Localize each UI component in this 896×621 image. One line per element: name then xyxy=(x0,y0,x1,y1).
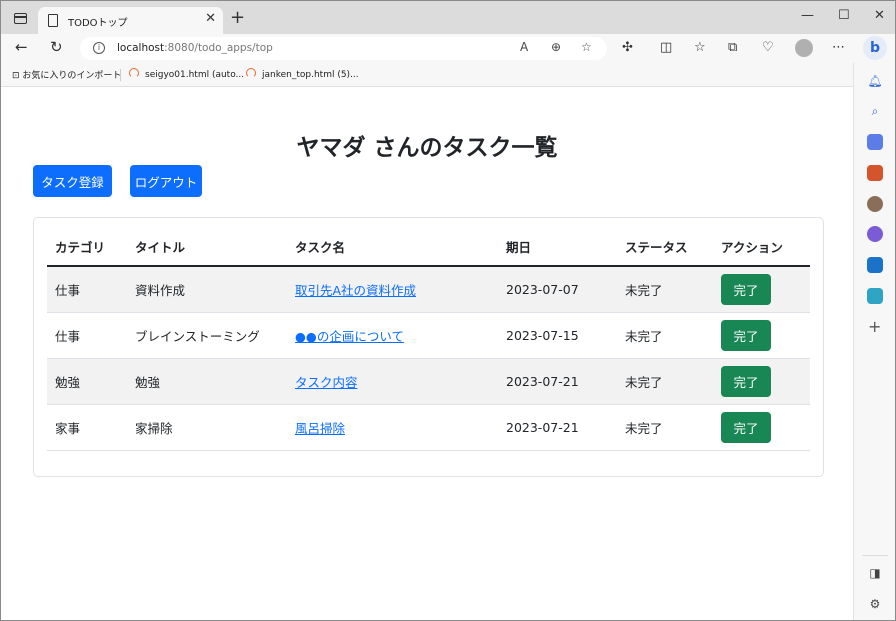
shopping-tag-icon[interactable] xyxy=(867,134,883,150)
tools-briefcase-icon[interactable] xyxy=(867,165,883,181)
cell-task-name: 取引先A社の資料作成 xyxy=(287,266,498,313)
cell-status: 未完了 xyxy=(617,266,713,313)
task-link[interactable]: 取引先A社の資料作成 xyxy=(295,283,416,298)
cell-action: 完了 xyxy=(713,404,810,451)
cell-action: 完了 xyxy=(713,312,810,359)
task-register-button[interactable]: タスク登録 xyxy=(33,165,112,197)
table-row: 家事 家掃除 風呂掃除 2023-07-21 未完了 完了 xyxy=(47,404,810,451)
page-icon xyxy=(48,14,58,27)
sidebar-settings-gear-icon[interactable]: ⚙ xyxy=(867,596,883,612)
task-link[interactable]: 風呂掃除 xyxy=(295,421,345,436)
tab-close-icon[interactable]: ✕ xyxy=(205,11,216,26)
address-bar-row: ← ↻ i localhost:8080/todo_apps/top A ⊕ ☆… xyxy=(1,34,895,63)
bookmark-janken-top[interactable]: janken_top.html (5)... xyxy=(246,68,359,80)
profile-avatar[interactable] xyxy=(795,39,813,57)
cell-title: ブレインストーミング xyxy=(127,312,287,359)
header-action: アクション xyxy=(713,228,810,267)
logout-button[interactable]: ログアウト xyxy=(130,165,202,197)
url-text[interactable]: localhost:8080/todo_apps/top xyxy=(117,42,273,54)
games-icon[interactable] xyxy=(867,196,883,212)
window-close-icon[interactable]: ✕ xyxy=(874,8,885,23)
zoom-icon[interactable]: ⊕ xyxy=(551,40,561,54)
outlook-icon[interactable] xyxy=(867,257,883,273)
browser-essentials-icon[interactable]: ♡ xyxy=(762,40,774,55)
read-aloud-icon[interactable]: A xyxy=(520,40,528,54)
address-bar[interactable]: i localhost:8080/todo_apps/top A ⊕ ☆ xyxy=(80,37,607,60)
cell-task-name: ●●の企画について xyxy=(287,312,498,359)
tab-actions-icon[interactable] xyxy=(14,13,27,24)
maximize-icon[interactable]: ☐ xyxy=(838,8,850,23)
refresh-icon[interactable]: ↻ xyxy=(50,38,63,56)
cell-action: 完了 xyxy=(713,266,810,313)
task-link[interactable]: ●●の企画について xyxy=(295,329,404,344)
cell-status: 未完了 xyxy=(617,404,713,451)
cell-status: 未完了 xyxy=(617,312,713,359)
header-category: カテゴリ xyxy=(47,228,127,267)
tab-strip: TODOトップ ✕ + — ☐ ✕ xyxy=(1,1,895,35)
cell-category: 勉強 xyxy=(47,358,127,405)
add-sidebar-app-icon[interactable]: + xyxy=(868,317,881,336)
cell-task-name: タスク内容 xyxy=(287,358,498,405)
table-row: 仕事 ブレインストーミング ●●の企画について 2023-07-15 未完了 完… xyxy=(47,312,810,359)
page-content: ヤマダ さんのタスク一覧 タスク登録 ログアウト カテゴリ タイトル タスク名 … xyxy=(1,88,853,620)
microsoft-365-icon[interactable] xyxy=(867,226,883,242)
edge-sidebar: 🔔︎ ⌕ + ◨ ⚙ xyxy=(853,63,895,620)
task-table: カテゴリ タイトル タスク名 期日 ステータス アクション 仕事 資料作成 取引… xyxy=(47,228,810,451)
cell-action: 完了 xyxy=(713,358,810,405)
cell-title: 家掃除 xyxy=(127,404,287,451)
bookmark-favicon-icon xyxy=(246,68,256,78)
complete-button[interactable]: 完了 xyxy=(721,365,771,397)
complete-button[interactable]: 完了 xyxy=(721,319,771,351)
minimize-icon[interactable]: — xyxy=(801,8,814,23)
table-row: 仕事 資料作成 取引先A社の資料作成 2023-07-07 未完了 完了 xyxy=(47,266,810,313)
cell-due-date: 2023-07-07 xyxy=(498,266,617,313)
task-link[interactable]: タスク内容 xyxy=(295,375,358,390)
complete-button[interactable]: 完了 xyxy=(721,411,771,443)
notifications-bell-icon[interactable]: 🔔︎ xyxy=(867,73,883,89)
favorite-star-icon[interactable]: ☆ xyxy=(581,40,592,54)
collections-icon[interactable]: ⧉ xyxy=(728,40,737,55)
cell-category: 仕事 xyxy=(47,312,127,359)
split-screen-icon[interactable]: ◫ xyxy=(660,40,672,55)
table-row: 勉強 勉強 タスク内容 2023-07-21 未完了 完了 xyxy=(47,358,810,405)
table-header-row: カテゴリ タイトル タスク名 期日 ステータス アクション xyxy=(47,228,810,267)
cell-category: 仕事 xyxy=(47,266,127,313)
new-tab-icon[interactable]: + xyxy=(230,7,245,28)
more-menu-icon[interactable]: ⋯ xyxy=(832,40,845,55)
header-task-name: タスク名 xyxy=(287,228,498,267)
bing-copilot-icon[interactable]: b xyxy=(863,36,887,60)
cell-title: 勉強 xyxy=(127,358,287,405)
bookmark-separator xyxy=(120,69,121,81)
browser-window: TODOトップ ✕ + — ☐ ✕ ← ↻ i localhost:8080/t… xyxy=(0,0,896,621)
drop-icon[interactable] xyxy=(867,288,883,304)
cell-task-name: 風呂掃除 xyxy=(287,404,498,451)
site-info-icon[interactable]: i xyxy=(93,42,105,54)
hide-sidebar-icon[interactable]: ◨ xyxy=(867,565,883,581)
cell-due-date: 2023-07-21 xyxy=(498,404,617,451)
header-status: ステータス xyxy=(617,228,713,267)
tab-title: TODOトップ xyxy=(68,18,128,29)
bookmark-favicon-icon xyxy=(129,68,139,78)
cell-category: 家事 xyxy=(47,404,127,451)
bookmarks-bar: ⊡ お気に入りのインポート seigyo01.html (auto... jan… xyxy=(1,63,853,87)
bookmark-import-favorites[interactable]: ⊡ お気に入りのインポート xyxy=(12,68,121,81)
back-icon[interactable]: ← xyxy=(15,38,28,56)
tab-todo-top[interactable]: TODOトップ ✕ xyxy=(38,7,223,35)
sidebar-divider xyxy=(862,555,888,556)
task-table-card: カテゴリ タイトル タスク名 期日 ステータス アクション 仕事 資料作成 取引… xyxy=(33,217,824,477)
search-icon[interactable]: ⌕ xyxy=(867,103,883,119)
extensions-icon[interactable]: ✣ xyxy=(622,40,633,55)
cell-due-date: 2023-07-21 xyxy=(498,358,617,405)
header-title: タイトル xyxy=(127,228,287,267)
cell-title: 資料作成 xyxy=(127,266,287,313)
page-title: ヤマダ さんのタスク一覧 xyxy=(296,135,558,161)
complete-button[interactable]: 完了 xyxy=(721,273,771,305)
import-icon: ⊡ xyxy=(12,71,23,81)
header-due-date: 期日 xyxy=(498,228,617,267)
favorites-icon[interactable]: ☆ xyxy=(694,40,706,55)
cell-status: 未完了 xyxy=(617,358,713,405)
cell-due-date: 2023-07-15 xyxy=(498,312,617,359)
bookmark-seigyo01[interactable]: seigyo01.html (auto... xyxy=(129,68,244,80)
